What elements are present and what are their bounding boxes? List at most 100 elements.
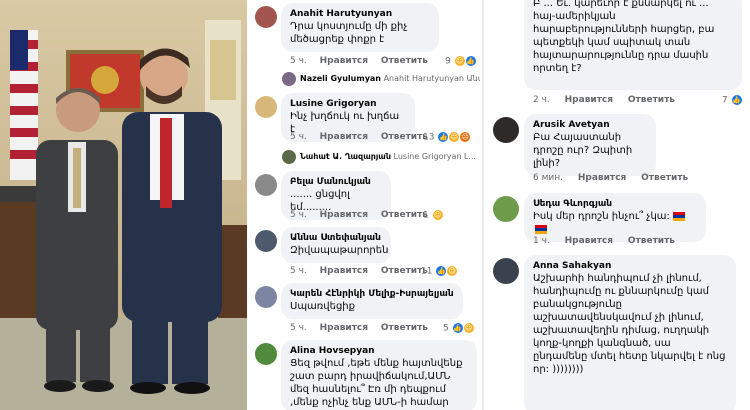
comment-time[interactable]: 2 ч. bbox=[533, 95, 550, 105]
avatar[interactable] bbox=[493, 117, 519, 143]
comment-text: Աշխարհի հանդիպում չի լինում, հանդիպումը … bbox=[533, 273, 726, 375]
reply-author: Նահաt Ա. Ղազարյան bbox=[300, 152, 391, 161]
like-icon: 👍 bbox=[465, 56, 476, 66]
reaction-count[interactable]: 11 👍 ☺ bbox=[421, 266, 458, 277]
like-button[interactable]: Нравится bbox=[320, 266, 368, 276]
comment-author[interactable]: Բելա Մանուկյան bbox=[290, 176, 382, 188]
comment-author[interactable]: Alina Hovsepyan bbox=[290, 345, 468, 357]
reaction-number: 7 bbox=[722, 95, 728, 106]
comment-actions: 5 ч. Нравится Ответить bbox=[290, 56, 428, 66]
comment-actions: 5 ч. Нравится Ответить bbox=[290, 266, 428, 276]
avatar[interactable] bbox=[255, 174, 277, 196]
like-button[interactable]: Нравится bbox=[578, 173, 626, 183]
comments-column-right: Բ ... Եւ. կարեւոր է քննարկել ու ... հայ-… bbox=[482, 0, 750, 410]
avatar[interactable] bbox=[255, 6, 277, 28]
comment-author[interactable]: Կարեն Հէնրիկի Մելիք-Իսրայելյան bbox=[290, 288, 454, 300]
reaction-count[interactable]: 5 👍 ☺ bbox=[443, 323, 474, 334]
avatar[interactable] bbox=[255, 343, 277, 365]
reply-button[interactable]: Ответить bbox=[381, 132, 428, 142]
reply-button[interactable]: Ответить bbox=[628, 95, 675, 105]
comment-bubble: Կարեն Հէնրիկի Մելիք-Իսրայելյան Սպառվեցիք bbox=[281, 283, 463, 319]
angry-icon: ☹ bbox=[460, 132, 471, 142]
comment-time[interactable]: 5 ч. bbox=[290, 210, 307, 220]
reaction-number: 9 bbox=[445, 56, 451, 67]
like-icon: 👍 bbox=[731, 95, 742, 105]
reaction-number: 1 bbox=[423, 210, 429, 221]
reply-text: Lusine Grigoryan Լ... bbox=[393, 152, 476, 161]
reaction-count[interactable]: 9 ☺ 👍 bbox=[445, 56, 476, 67]
avatar[interactable] bbox=[255, 286, 277, 308]
comment-time[interactable]: 1 ч. bbox=[533, 236, 550, 246]
avatar[interactable] bbox=[255, 230, 277, 252]
comment-text: Իսկ մեր դրոշն ինչու՞ չկա: bbox=[533, 210, 697, 236]
reply-button[interactable]: Ответить bbox=[381, 210, 428, 220]
comment-time[interactable]: 5 ч. bbox=[290, 323, 307, 333]
comment-text-body: Իսկ մեր դրոշն ինչու՞ չկա: bbox=[533, 211, 670, 222]
comment-time[interactable]: 5 ч. bbox=[290, 266, 307, 276]
comment-bubble: Arusik Avetyan Բա Հայաստանի դրոշը ուր? Զ… bbox=[524, 114, 656, 176]
comment-bubble: Anahit Harutyunyan Դրա կոստյումը մի քիչ … bbox=[281, 3, 439, 52]
reply-button[interactable]: Ответить bbox=[641, 173, 688, 183]
comment-author[interactable]: Աննա Ստեփանյան bbox=[290, 232, 382, 244]
comments-column-left: Anahit Harutyunyan Դրա կոստյումը մի քիչ … bbox=[249, 0, 480, 410]
comment-actions: 2 ч. Нравится Ответить bbox=[533, 95, 675, 105]
haha-icon: ☺ bbox=[447, 266, 458, 276]
comment-actions: 5 ч. Нравится Ответить bbox=[290, 132, 428, 142]
haha-icon: ☺ bbox=[454, 56, 465, 66]
avatar[interactable] bbox=[255, 96, 277, 118]
like-button[interactable]: Нравится bbox=[320, 56, 368, 66]
haha-icon: ☺ bbox=[432, 210, 443, 220]
comment-author[interactable]: Anahit Harutyunyan bbox=[290, 8, 430, 20]
reply-preview[interactable]: Նահաt Ա. Ղազարյան Lusine Grigoryan Լ... bbox=[300, 152, 476, 161]
like-button[interactable]: Нравится bbox=[320, 323, 368, 333]
like-button[interactable]: Нравится bbox=[320, 210, 368, 220]
reaction-count[interactable]: 7 👍 bbox=[722, 95, 742, 106]
reaction-number: 13 bbox=[423, 132, 435, 143]
like-button[interactable]: Нравится bbox=[320, 132, 368, 142]
reply-button[interactable]: Ответить bbox=[628, 236, 675, 246]
comment-bubble: Anna Sahakyan Աշխարհի հանդիպում չի լինու… bbox=[524, 255, 736, 410]
reply-button[interactable]: Ответить bbox=[381, 323, 428, 333]
comment-text: Դրա կոստյումը մի քիչ մեծացրեք փոքր է bbox=[290, 21, 408, 45]
reaction-number: 5 bbox=[443, 323, 449, 334]
reply-button[interactable]: Ответить bbox=[381, 56, 428, 66]
haha-icon: ☺ bbox=[449, 132, 460, 142]
photo-illustration bbox=[0, 0, 247, 410]
comment-actions: 5 ч. Нравится Ответить bbox=[290, 323, 428, 333]
reaction-count[interactable]: 1 ☺ bbox=[423, 210, 443, 221]
comment-actions: 5 ч. Нравится Ответить bbox=[290, 210, 428, 220]
comment-text: Սպառվեցիք bbox=[290, 301, 355, 312]
comment-bubble: Սեդա Գևորգյան Իսկ մեր դրոշն ինչու՞ չկա: bbox=[524, 193, 706, 242]
comment-text: Ցեզ թվում ,եթե մենք հայտնվենք շատ բարդ ի… bbox=[290, 358, 463, 408]
post-photo[interactable] bbox=[0, 0, 247, 410]
like-button[interactable]: Нравится bbox=[565, 236, 613, 246]
reaction-count[interactable]: 13 👍 ☺ ☹ bbox=[423, 132, 471, 143]
armenian-flag-icon bbox=[535, 224, 547, 234]
reaction-number: 11 bbox=[421, 266, 433, 277]
like-icon: 👍 bbox=[438, 132, 449, 142]
comment-author[interactable]: Arusik Avetyan bbox=[533, 119, 647, 131]
avatar[interactable] bbox=[282, 72, 296, 86]
comment-time[interactable]: 6 мин. bbox=[533, 173, 563, 183]
reply-text: Anahit Harutyunyan Անահ... bbox=[383, 74, 480, 83]
comment-actions: 6 мин. Нравится Ответить bbox=[533, 173, 688, 183]
comment-text: Զիվապաթարորեն bbox=[290, 245, 389, 256]
comment-author[interactable]: Սեդա Գևորգյան bbox=[533, 198, 697, 210]
like-icon: 👍 bbox=[452, 323, 463, 333]
comment-author[interactable]: Anna Sahakyan bbox=[533, 260, 727, 272]
comment-time[interactable]: 5 ч. bbox=[290, 56, 307, 66]
comment-bubble: Բ ... Եւ. կարեւոր է քննարկել ու ... հայ-… bbox=[524, 0, 742, 90]
haha-icon: ☺ bbox=[463, 323, 474, 333]
comment-author[interactable]: Lusine Grigoryan bbox=[290, 98, 406, 110]
comment-text: Բա Հայաստանի դրոշը ուր? Զպիտի լինի? bbox=[533, 132, 633, 169]
armenian-flag-icon bbox=[673, 211, 686, 221]
like-icon: 👍 bbox=[436, 266, 447, 276]
reply-preview[interactable]: Nazeli Gyulumyan Anahit Harutyunyan Անահ… bbox=[300, 74, 480, 83]
avatar[interactable] bbox=[282, 150, 296, 164]
comment-actions: 1 ч. Нравится Ответить bbox=[533, 236, 675, 246]
avatar[interactable] bbox=[493, 196, 519, 222]
comment-bubble: Աննա Ստեփանյան Զիվապաթարորեն bbox=[281, 227, 391, 263]
like-button[interactable]: Нравится bbox=[565, 95, 613, 105]
avatar[interactable] bbox=[493, 258, 519, 284]
comment-time[interactable]: 5 ч. bbox=[290, 132, 307, 142]
